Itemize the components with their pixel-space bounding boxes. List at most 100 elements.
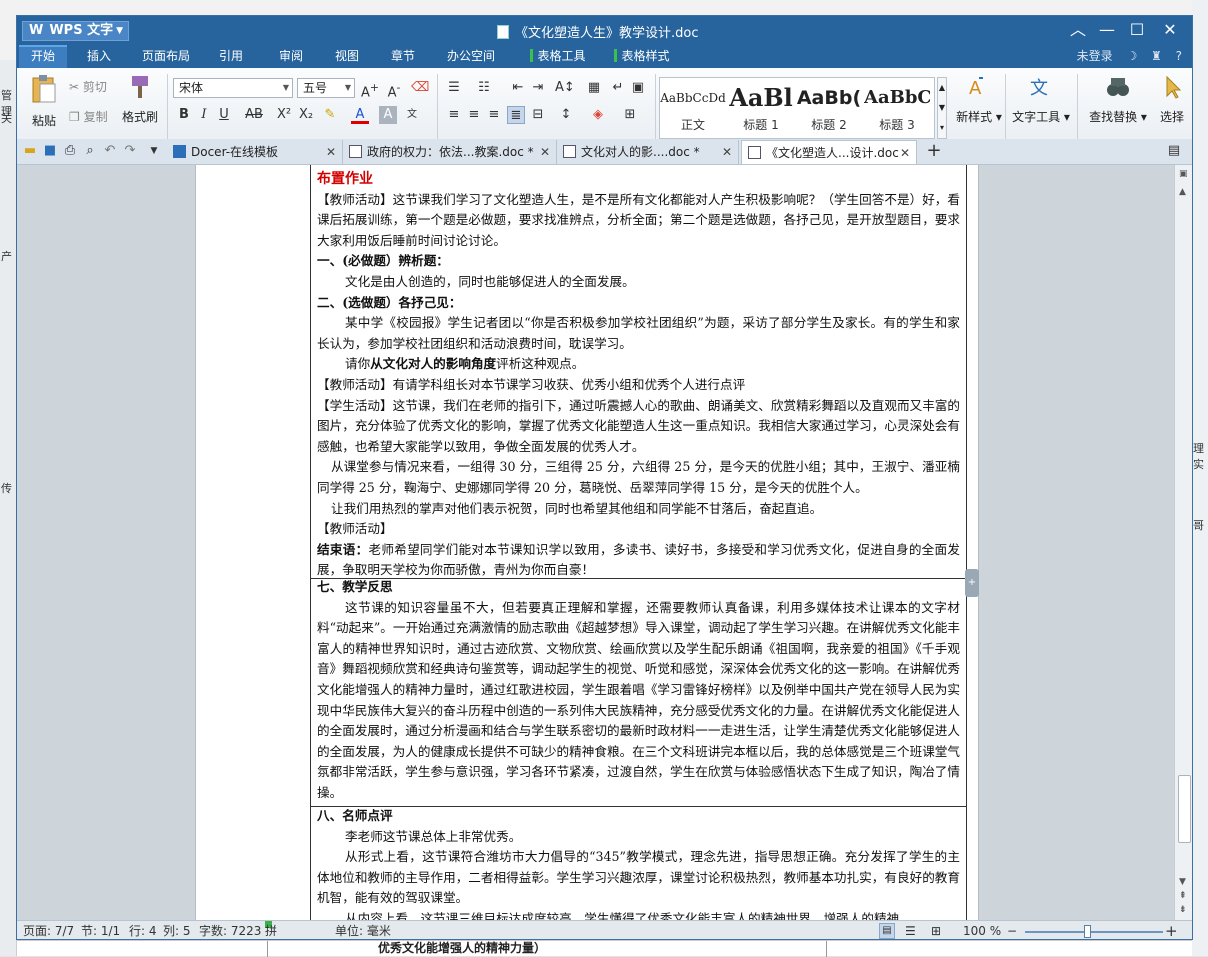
close-tab-icon[interactable]: ✕	[326, 140, 336, 164]
justify-icon[interactable]: ≣	[507, 106, 525, 124]
undo-icon[interactable]: ↶	[101, 142, 119, 160]
minimize-button[interactable]: —	[1096, 19, 1118, 41]
tab-docer[interactable]: Docer-在线模板 ✕	[167, 140, 343, 164]
align-right-icon[interactable]: ≡	[485, 106, 503, 124]
outline-view-icon[interactable]: ☰	[905, 921, 916, 939]
tab-table-tools[interactable]: 表格工具	[523, 45, 593, 68]
scroll-top-icon[interactable]: ▣	[1179, 169, 1188, 179]
document-page[interactable]: 布置作业 【教师活动】这节课我们学习了文化塑造人生，是不是所有文化都能对人产生积…	[195, 165, 979, 920]
highlight-icon[interactable]: ✎	[321, 106, 339, 124]
style-heading-1[interactable]: AaBl 标题 1	[728, 78, 794, 138]
paragraph-mark-icon[interactable]: ↵	[609, 79, 627, 97]
bold-icon[interactable]: B	[175, 106, 193, 124]
copy-button[interactable]: ❐ 复制	[69, 108, 108, 125]
font-size-select[interactable]: 五号 ▼	[297, 78, 355, 98]
app-menu-button[interactable]: W WPS 文字 ▼	[22, 21, 129, 41]
text-tools-button[interactable]: 文 文字工具 ▾	[1009, 74, 1073, 125]
tab-view[interactable]: 视图	[327, 45, 367, 68]
shirt-icon[interactable]: ♜	[1151, 49, 1162, 63]
strikethrough-icon[interactable]: AB	[241, 106, 267, 124]
status-word-count[interactable]: 字数: 7223	[199, 921, 261, 939]
italic-icon[interactable]: I	[195, 106, 213, 124]
zoom-out-icon[interactable]: −	[1007, 921, 1017, 939]
login-link[interactable]: 未登录	[1077, 49, 1113, 63]
tab-references[interactable]: 引用	[211, 45, 251, 68]
scroll-down-icon[interactable]: ▼	[1179, 877, 1186, 887]
print-preview-icon[interactable]: ⌕	[81, 142, 99, 160]
char-shading-icon[interactable]: A	[379, 106, 397, 124]
page-view-icon[interactable]: ▤	[879, 923, 895, 939]
new-tab-icon[interactable]: +	[925, 142, 943, 160]
style-gallery-scroll[interactable]: ▲ ▼ ▾	[937, 77, 947, 139]
zoom-level[interactable]: 100 %	[963, 921, 1001, 939]
style-normal[interactable]: AaBbCcDd 正文	[660, 78, 726, 138]
clear-format-icon[interactable]: ⌫	[411, 79, 429, 97]
zoom-slider-thumb[interactable]	[1083, 925, 1091, 938]
close-tab-icon[interactable]: ✕	[900, 141, 910, 165]
align-center-icon[interactable]: ≡	[465, 106, 483, 124]
tab-table-style[interactable]: 表格样式	[607, 45, 677, 68]
phonetic-icon[interactable]: 文	[403, 106, 421, 124]
text-direction-icon[interactable]: A↕	[555, 79, 575, 97]
find-replace-button[interactable]: 查找替换 ▾	[1085, 74, 1151, 125]
new-style-button[interactable]: A 新样式 ▾	[951, 74, 1007, 125]
help-button[interactable]: ?	[1176, 49, 1182, 63]
table-grid-icon[interactable]: ▦	[585, 79, 603, 97]
open-folder-icon[interactable]: ▬	[21, 142, 39, 160]
print-icon[interactable]: ⎙	[61, 142, 79, 160]
tab-chapter[interactable]: 章节	[383, 45, 423, 68]
decrease-indent-icon[interactable]: ⇤	[509, 79, 527, 97]
show-format-icon[interactable]: ▣	[629, 79, 647, 97]
close-tab-icon[interactable]: ✕	[722, 140, 732, 164]
tab-insert[interactable]: 插入	[75, 45, 123, 68]
paste-button[interactable]: 粘贴	[25, 74, 63, 146]
bullet-list-icon[interactable]: ☰	[445, 79, 463, 97]
redo-icon[interactable]: ↷	[121, 142, 139, 160]
status-unit[interactable]: 单位: 毫米	[335, 921, 391, 939]
status-page[interactable]: 页面: 7/7	[23, 921, 74, 939]
borders-icon[interactable]: ⊞	[621, 106, 639, 124]
cut-button[interactable]: ✂ 剪切	[69, 78, 107, 95]
underline-icon[interactable]: U	[215, 106, 233, 124]
grow-font-icon[interactable]: A+	[361, 79, 379, 100]
skin-icon[interactable]: ☽	[1126, 49, 1137, 63]
next-page-icon[interactable]: ⇟	[1179, 905, 1187, 915]
line-spacing-icon[interactable]: ↕	[557, 106, 575, 124]
quick-access-dropdown-icon[interactable]: ▼	[145, 142, 163, 160]
vertical-scrollbar[interactable]: ▣ ▲ ▼ ⇞ ⇟	[1174, 165, 1192, 920]
superscript-icon[interactable]: X²	[275, 106, 293, 124]
tab-page-layout[interactable]: 页面布局	[135, 45, 197, 68]
style-heading-2[interactable]: AaBb(标题 2	[796, 78, 862, 138]
zoom-in-icon[interactable]: +	[1165, 921, 1178, 939]
tab-home[interactable]: 开始	[19, 45, 67, 68]
close-button[interactable]: ✕	[1159, 19, 1181, 41]
select-button[interactable]: 选择	[1157, 74, 1187, 125]
zoom-slider[interactable]	[1025, 931, 1163, 933]
increase-indent-icon[interactable]: ⇥	[529, 79, 547, 97]
distribute-icon[interactable]: ⊟	[529, 106, 547, 124]
maximize-button[interactable]: ☐	[1126, 19, 1148, 41]
format-painter-button[interactable]: 格式刷	[119, 74, 161, 125]
numbered-list-icon[interactable]: ☷	[475, 79, 493, 97]
scrollbar-thumb[interactable]	[1178, 775, 1191, 843]
tab-review[interactable]: 审阅	[271, 45, 311, 68]
prev-page-icon[interactable]: ⇞	[1179, 891, 1187, 901]
tab-office-space[interactable]: 办公空间	[441, 45, 501, 68]
font-name-select[interactable]: 宋体 ▼	[173, 78, 293, 98]
font-color-icon[interactable]: A	[351, 106, 369, 124]
scroll-up-icon[interactable]: ▲	[1179, 187, 1186, 197]
tab-document[interactable]: 文化对人的影....doc * ✕	[557, 140, 739, 164]
align-left-icon[interactable]: ≡	[445, 106, 463, 124]
shrink-font-icon[interactable]: A-	[385, 79, 403, 100]
tab-menu-icon[interactable]: ▤	[1165, 142, 1183, 160]
subscript-icon[interactable]: X₂	[297, 106, 315, 124]
tab-document-active[interactable]: 《文化塑造人...设计.doc ✕	[741, 140, 917, 164]
web-view-icon[interactable]: ⊞	[931, 921, 941, 939]
shading-icon[interactable]: ◈	[589, 106, 607, 124]
tab-document[interactable]: 政府的权力：依法...教案.doc * ✕	[343, 140, 557, 164]
style-heading-3[interactable]: AaBbC 标题 3	[864, 78, 930, 138]
close-tab-icon[interactable]: ✕	[540, 140, 550, 164]
collapse-ribbon-button[interactable]: ︿	[1067, 19, 1089, 41]
side-panel-handle[interactable]: +	[965, 569, 979, 597]
save-icon[interactable]: ■	[41, 142, 59, 160]
